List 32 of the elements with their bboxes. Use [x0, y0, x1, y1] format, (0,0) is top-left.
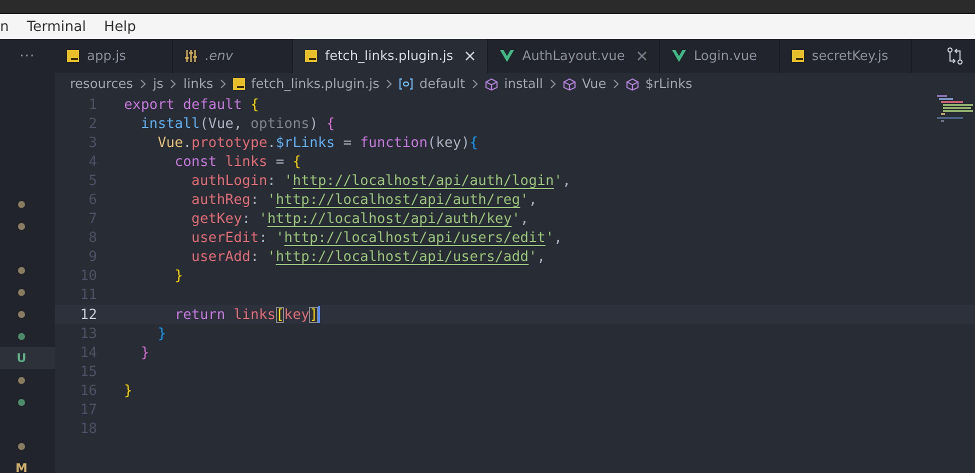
code-line: }	[174, 268, 184, 284]
code-line: }	[140, 344, 150, 361]
git-status-letter: U	[16, 351, 26, 365]
code-line: const links = {	[174, 154, 302, 170]
breadcrumb-item[interactable]: links	[183, 76, 214, 92]
code-line: }	[124, 382, 132, 399]
menu-item[interactable]: Help	[104, 18, 140, 34]
menu-item[interactable]: Terminal	[26, 18, 90, 34]
code-line: install(Vue, options) {	[140, 116, 335, 132]
code-line: }	[156, 326, 166, 342]
editor-tab[interactable]: fetch_links.plugin.js	[293, 39, 488, 73]
menu-item[interactable]: n	[0, 18, 13, 34]
more-tabs-button[interactable]: ···	[0, 39, 55, 73]
breadcrumb-item[interactable]: fetch_links.plugin.js	[251, 76, 380, 92]
file-row[interactable]: M	[0, 457, 55, 473]
code-line: userEdit: 'http://localhost/api/users/edit',	[190, 230, 562, 246]
breadcrumb-item[interactable]: resources	[70, 76, 134, 92]
breadcrumb-item[interactable]: js	[153, 76, 164, 92]
code-line: getKey: 'http://localhost/api/auth/key',	[190, 211, 529, 228]
code-line: Vue.prototype.$rLinks = function(key){	[156, 134, 478, 151]
breadcrumb-item[interactable]: default	[419, 76, 466, 92]
code-line: authLogin: 'http://localhost/api/auth/login',	[190, 172, 571, 189]
code-line: return links[key]	[174, 306, 320, 324]
code-line: authReg: 'http://localhost/api/auth/reg',	[190, 192, 538, 208]
git-status-letter: M	[16, 461, 28, 473]
file-row[interactable]: U	[0, 347, 55, 369]
line-number: 12	[79, 306, 97, 323]
breadcrumb-item[interactable]: $rLinks	[645, 76, 692, 92]
breadcrumb-item[interactable]: install	[504, 76, 544, 92]
code-line: export default {	[124, 96, 259, 113]
code-line: userAdd: 'http://localhost/api/users/add',	[190, 249, 546, 266]
breadcrumb-item[interactable]: Vue	[582, 76, 606, 92]
